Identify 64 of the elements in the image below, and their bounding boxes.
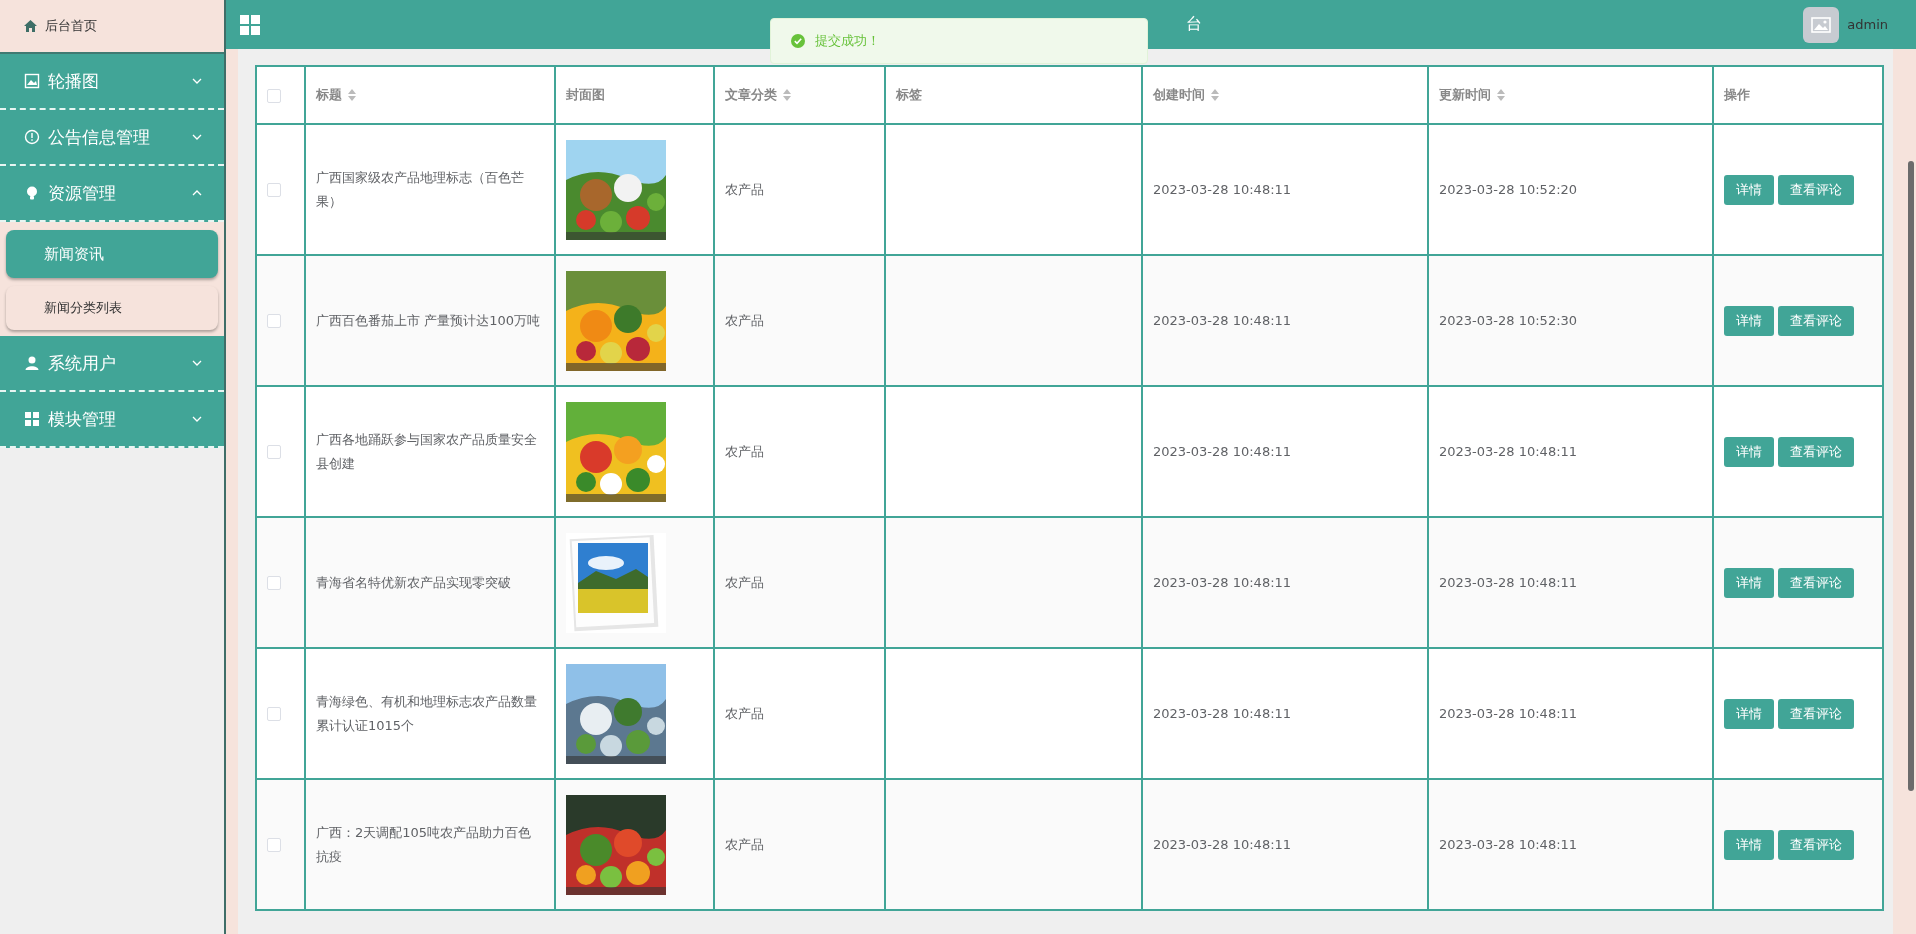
avatar[interactable] <box>1803 6 1840 43</box>
row-checkbox[interactable] <box>267 707 281 721</box>
sort-icon[interactable] <box>1497 89 1505 101</box>
home-icon <box>24 20 37 32</box>
row-checkbox[interactable] <box>267 576 281 590</box>
table-cell: 2023-03-28 10:48:11 <box>1428 779 1713 910</box>
info-icon <box>24 129 40 145</box>
comments-button[interactable]: 查看评论 <box>1778 305 1854 336</box>
comments-button[interactable]: 查看评论 <box>1778 829 1854 860</box>
column-title: 文章分类 <box>725 86 777 104</box>
comments-button[interactable]: 查看评论 <box>1778 436 1854 467</box>
comments-button[interactable]: 查看评论 <box>1778 698 1854 729</box>
sort-icon[interactable] <box>783 89 791 101</box>
details-button[interactable]: 详情 <box>1724 436 1774 467</box>
table-cell: 2023-03-28 10:48:11 <box>1142 779 1428 910</box>
details-button[interactable]: 详情 <box>1724 567 1774 598</box>
home-menu-item[interactable]: 后台首页 <box>0 0 224 54</box>
image-icon <box>24 73 40 89</box>
chevron-up-icon <box>192 190 202 196</box>
sort-icon[interactable] <box>1211 89 1219 101</box>
image-icon <box>1811 16 1832 33</box>
column-header[interactable]: 标题 <box>305 66 555 124</box>
row-checkbox[interactable] <box>267 838 281 852</box>
chevron-down-icon <box>192 416 202 422</box>
row-checkbox[interactable] <box>267 183 281 197</box>
check-circle-icon <box>791 34 805 48</box>
comments-button[interactable]: 查看评论 <box>1778 567 1854 598</box>
sidebar-menu-item[interactable]: 公告信息管理 <box>0 110 224 166</box>
app-title: 台 <box>1186 14 1202 35</box>
toast-message: 提交成功！ <box>815 32 880 50</box>
details-button[interactable]: 详情 <box>1724 698 1774 729</box>
row-checkbox[interactable] <box>267 314 281 328</box>
column-title: 标题 <box>316 86 342 104</box>
sort-icon[interactable] <box>348 89 356 101</box>
chevron-down-icon <box>192 134 202 140</box>
submenu-item[interactable]: 新闻资讯 <box>6 230 218 278</box>
details-button[interactable]: 详情 <box>1724 829 1774 860</box>
column-title: 创建时间 <box>1153 86 1205 104</box>
column-title: 标签 <box>896 86 922 104</box>
scrollbar-thumb[interactable] <box>1908 161 1914 791</box>
sidebar-menu-item[interactable]: 轮播图 <box>0 54 224 110</box>
chevron-down-icon <box>192 360 202 366</box>
sidebar-menu-item[interactable]: 模块管理 <box>0 392 224 448</box>
grid-icon <box>24 411 40 427</box>
details-button[interactable]: 详情 <box>1724 305 1774 336</box>
submenu-item[interactable]: 新闻分类列表 <box>6 286 218 330</box>
grid-menu-icon[interactable] <box>240 14 260 35</box>
column-title: 操作 <box>1724 86 1750 104</box>
chevron-down-icon <box>192 78 202 84</box>
column-title: 封面图 <box>566 86 605 104</box>
column-header[interactable]: 更新时间 <box>1428 66 1713 124</box>
table-cell: 农产品 <box>714 779 885 910</box>
table-cell: 广西：2天调配105吨农产品助力百色抗疫 <box>305 779 555 910</box>
column-title: 更新时间 <box>1439 86 1491 104</box>
user-icon <box>24 355 40 371</box>
column-header[interactable]: 创建时间 <box>1142 66 1428 124</box>
user-name[interactable]: admin <box>1847 17 1888 32</box>
comments-button[interactable]: 查看评论 <box>1778 174 1854 205</box>
details-button[interactable]: 详情 <box>1724 174 1774 205</box>
sidebar-menu-item[interactable]: 系统用户 <box>0 336 224 392</box>
sidebar-menu-item[interactable]: 资源管理 <box>0 166 224 222</box>
bulb-icon <box>24 185 40 201</box>
row-checkbox[interactable] <box>267 445 281 459</box>
select-all-checkbox[interactable] <box>267 88 281 103</box>
